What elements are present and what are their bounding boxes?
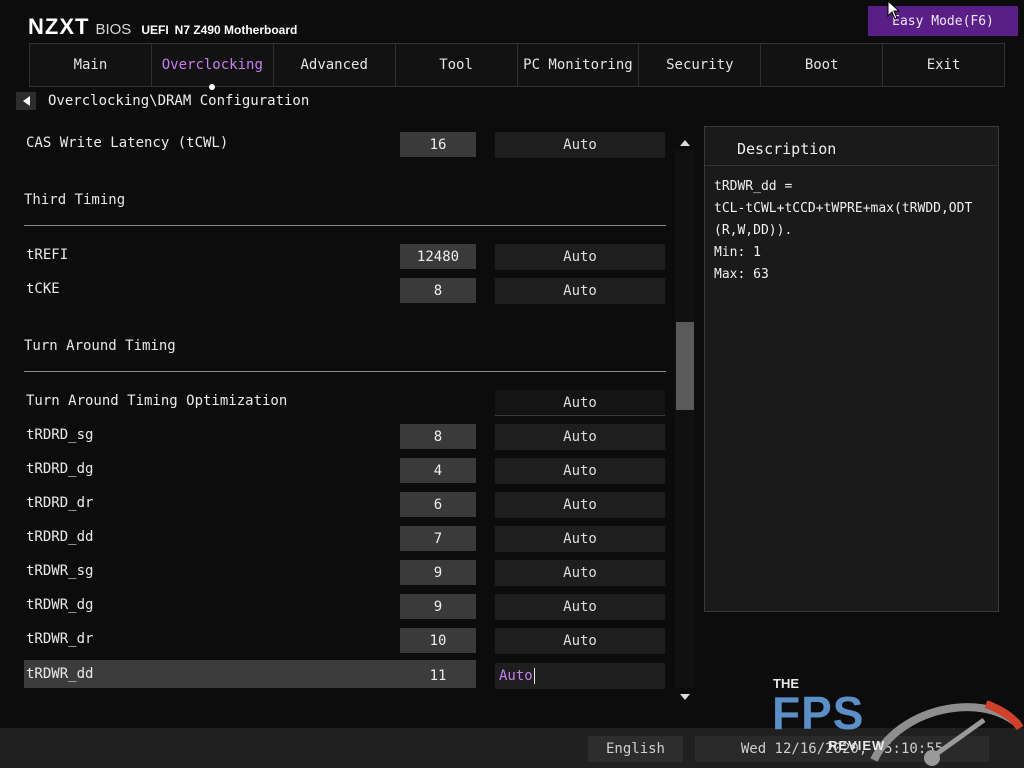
breadcrumb-bar: Overclocking\DRAM Configuration: [16, 90, 309, 112]
setting-mode-dropdown[interactable]: Auto: [495, 663, 665, 689]
mouse-pointer-icon: [887, 0, 901, 20]
setting-row-trdrd-dg[interactable]: tRDRD_dg 4 Auto: [24, 455, 666, 484]
motherboard-model: N7 Z490 Motherboard: [174, 23, 298, 37]
setting-label: tRDWR_dg: [26, 597, 94, 613]
setting-value-field[interactable]: 16: [400, 132, 476, 157]
setting-label: tRDWR_dd: [26, 666, 94, 682]
setting-label: tCKE: [26, 281, 60, 297]
tab-overclocking-label: Overclocking: [161, 57, 263, 73]
setting-row-trdwr-dd[interactable]: tRDWR_dd 11 Auto: [24, 660, 666, 689]
setting-value-field[interactable]: 10: [400, 628, 476, 653]
triangle-down-icon[interactable]: [680, 694, 690, 700]
setting-value-field[interactable]: 6: [400, 492, 476, 517]
settings-scrollbar[interactable]: [675, 136, 695, 704]
setting-value-field[interactable]: 11: [400, 663, 476, 688]
setting-value-field[interactable]: 9: [400, 560, 476, 585]
brand-uefi: UEFI: [141, 23, 169, 37]
tab-boot[interactable]: Boot: [761, 44, 884, 86]
setting-mode-dropdown[interactable]: Auto: [495, 560, 665, 586]
description-panel: Description tRDWR_dd = tCL-tCWL+tCCD+tWP…: [704, 126, 999, 612]
setting-row-turn-around-optimization[interactable]: Turn Around Timing Optimization Auto: [24, 387, 666, 416]
setting-mode-dropdown[interactable]: Auto: [495, 390, 665, 416]
setting-value-field[interactable]: 12480: [400, 244, 476, 269]
scrollbar-track[interactable]: [675, 150, 695, 688]
setting-row-trdwr-dg[interactable]: tRDWR_dg 9 Auto: [24, 591, 666, 620]
tab-advanced[interactable]: Advanced: [273, 44, 396, 86]
description-title: Description: [705, 127, 998, 166]
section-divider: [24, 371, 666, 372]
setting-row-trefi[interactable]: tREFI 12480 Auto: [24, 241, 666, 270]
setting-mode-dropdown[interactable]: Auto: [495, 526, 665, 552]
main-tab-bar: Main Overclocking Advanced Tool PC Monit…: [29, 43, 1005, 90]
scrollbar-thumb[interactable]: [676, 322, 694, 410]
tab-exit[interactable]: Exit: [883, 44, 1005, 86]
setting-row-trdrd-dr[interactable]: tRDRD_dr 6 Auto: [24, 489, 666, 518]
section-divider: [24, 225, 666, 226]
section-title: Third Timing: [24, 192, 126, 208]
setting-label: CAS Write Latency (tCWL): [26, 135, 229, 151]
section-title: Turn Around Timing: [24, 338, 176, 354]
setting-mode-dropdown[interactable]: Auto: [495, 244, 665, 270]
setting-row-trdwr-sg[interactable]: tRDWR_sg 9 Auto: [24, 557, 666, 586]
section-third-timing: Third Timing: [24, 188, 666, 226]
setting-row-tcke[interactable]: tCKE 8 Auto: [24, 275, 666, 304]
setting-mode-text: Auto: [499, 668, 535, 684]
section-turn-around-timing: Turn Around Timing: [24, 334, 666, 372]
triangle-up-icon[interactable]: [680, 140, 690, 146]
setting-mode-dropdown[interactable]: Auto: [495, 278, 665, 304]
setting-label: tRDRD_dg: [26, 461, 94, 477]
setting-mode-dropdown[interactable]: Auto: [495, 628, 665, 654]
watermark-fps: FPS: [772, 687, 865, 739]
setting-mode-dropdown[interactable]: Auto: [495, 492, 665, 518]
brand-suffix: BIOS: [95, 21, 132, 38]
setting-mode-dropdown[interactable]: Auto: [495, 132, 665, 158]
setting-value-field[interactable]: 9: [400, 594, 476, 619]
setting-label: tRDWR_dr: [26, 631, 94, 647]
setting-value-field[interactable]: 8: [400, 424, 476, 449]
breadcrumb: Overclocking\DRAM Configuration: [48, 93, 310, 109]
description-body: tRDWR_dd = tCL-tCWL+tCCD+tWPRE+max(tRWDD…: [714, 179, 973, 282]
setting-label: tRDRD_dd: [26, 529, 94, 545]
setting-mode-dropdown[interactable]: Auto: [495, 594, 665, 620]
speedometer-icon: [870, 700, 1024, 766]
setting-label: tRDWR_sg: [26, 563, 94, 579]
watermark-review: REVIEW: [828, 738, 886, 753]
setting-mode-dropdown[interactable]: Auto: [495, 424, 665, 450]
setting-value-field[interactable]: 8: [400, 278, 476, 303]
setting-label: Turn Around Timing Optimization: [26, 393, 288, 409]
tab-main[interactable]: Main: [29, 44, 152, 86]
tab-pc-monitoring[interactable]: PC Monitoring: [517, 44, 640, 86]
back-button[interactable]: [16, 92, 36, 110]
setting-row-trdwr-dr[interactable]: tRDWR_dr 10 Auto: [24, 625, 666, 654]
setting-label: tREFI: [26, 247, 69, 263]
setting-label: tRDRD_sg: [26, 427, 94, 443]
language-selector[interactable]: English: [588, 736, 683, 762]
tab-tool[interactable]: Tool: [395, 44, 518, 86]
setting-label: tRDRD_dr: [26, 495, 94, 511]
brand-logo: NZXT BIOS UEFI N7 Z490 Motherboard: [28, 14, 297, 42]
tab-overclocking[interactable]: Overclocking: [151, 44, 274, 90]
setting-value-field[interactable]: 7: [400, 526, 476, 551]
setting-value-field[interactable]: 4: [400, 458, 476, 483]
brand-name: NZXT: [28, 14, 90, 39]
setting-row-cas-write-latency[interactable]: CAS Write Latency (tCWL) 16 Auto: [24, 129, 666, 158]
setting-row-trdrd-sg[interactable]: tRDRD_sg 8 Auto: [24, 421, 666, 450]
tab-security[interactable]: Security: [639, 44, 762, 86]
setting-row-trdrd-dd[interactable]: tRDRD_dd 7 Auto: [24, 523, 666, 552]
fps-review-watermark: THE FPS REVIEW: [772, 676, 1024, 768]
chevron-left-icon: [22, 96, 30, 106]
setting-mode-dropdown[interactable]: Auto: [495, 458, 665, 484]
settings-list: CAS Write Latency (tCWL) 16 Auto Third T…: [24, 126, 666, 706]
